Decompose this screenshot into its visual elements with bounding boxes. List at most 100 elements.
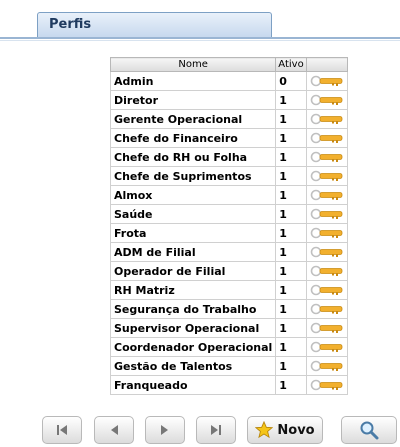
key-icon[interactable]: [310, 113, 344, 125]
last-page-button[interactable]: [196, 416, 236, 444]
prev-page-button[interactable]: [94, 416, 134, 444]
profile-active: 1: [275, 166, 307, 186]
next-page-icon: [161, 425, 168, 435]
profile-active: 1: [275, 204, 307, 224]
key-icon[interactable]: [310, 132, 344, 144]
table-row[interactable]: Diretor 1: [109, 90, 348, 110]
profile-name: Saúde: [109, 204, 277, 224]
profile-name: ADM de Filial: [109, 242, 277, 262]
novo-button[interactable]: Novo: [247, 416, 323, 444]
tab-perfis[interactable]: Perfis: [37, 12, 272, 37]
first-page-icon: [57, 425, 67, 435]
profile-permissions-cell: [305, 109, 348, 129]
profile-name: Franqueado: [109, 375, 277, 395]
last-page-icon: [211, 425, 221, 435]
key-icon[interactable]: [310, 341, 344, 353]
profile-active: 1: [275, 337, 307, 357]
profile-permissions-cell: [305, 337, 348, 357]
header-divider-shadow: [0, 40, 400, 41]
table-row[interactable]: Chefe de Suprimentos 1: [109, 166, 348, 186]
table-row[interactable]: RH Matriz 1: [109, 280, 348, 300]
key-icon[interactable]: [310, 246, 344, 258]
profile-name: Coordenador Operacional: [109, 337, 277, 357]
profile-active: 1: [275, 261, 307, 281]
profile-permissions-cell: [305, 185, 348, 205]
table-row[interactable]: Gestão de Talentos 1: [109, 356, 348, 376]
profile-permissions-cell: [305, 261, 348, 281]
table-row[interactable]: Frota 1: [109, 223, 348, 243]
profile-permissions-cell: [305, 71, 348, 91]
profile-active: 1: [275, 280, 307, 300]
table-row[interactable]: Almox 1: [109, 185, 348, 205]
profile-permissions-cell: [305, 318, 348, 338]
table-row[interactable]: ADM de Filial 1: [109, 242, 348, 262]
profile-permissions-cell: [305, 128, 348, 148]
profile-name: Almox: [109, 185, 277, 205]
key-icon[interactable]: [310, 189, 344, 201]
column-header-actions: [305, 57, 348, 72]
profile-name: RH Matriz: [109, 280, 277, 300]
profile-name: Chefe do Financeiro: [109, 128, 277, 148]
table-row[interactable]: Operador de Filial 1: [109, 261, 348, 281]
profile-name: Diretor: [109, 90, 277, 110]
profiles-table: Nome Ativo Admin 0 Diretor 1 Gerente Operaci…: [109, 57, 348, 395]
profile-permissions-cell: [305, 375, 348, 395]
profile-active: 1: [275, 90, 307, 110]
profile-name: Gerente Operacional: [109, 109, 277, 129]
profile-permissions-cell: [305, 356, 348, 376]
key-icon[interactable]: [310, 208, 344, 220]
profile-active: 1: [275, 109, 307, 129]
profile-active: 1: [275, 299, 307, 319]
table-row[interactable]: Chefe do Financeiro 1: [109, 128, 348, 148]
next-page-button[interactable]: [145, 416, 185, 444]
star-icon: [255, 421, 274, 439]
header-bar: Perfis: [0, 0, 400, 46]
table-row[interactable]: Admin 0: [109, 71, 348, 91]
profile-active: 1: [275, 185, 307, 205]
key-icon[interactable]: [310, 75, 344, 87]
table-row[interactable]: Franqueado 1: [109, 375, 348, 395]
profile-active: 1: [275, 375, 307, 395]
table-row[interactable]: Gerente Operacional 1: [109, 109, 348, 129]
profile-active: 1: [275, 356, 307, 376]
key-icon[interactable]: [310, 151, 344, 163]
table-header-row: Nome Ativo: [109, 57, 348, 72]
profile-permissions-cell: [305, 299, 348, 319]
table-row[interactable]: Saúde 1: [109, 204, 348, 224]
profile-permissions-cell: [305, 223, 348, 243]
column-header-nome: Nome: [109, 57, 277, 72]
profile-name: Admin: [109, 71, 277, 91]
header-divider: [0, 37, 400, 39]
profile-name: Segurança do Trabalho: [109, 299, 277, 319]
profile-active: 1: [275, 318, 307, 338]
profile-name: Supervisor Operacional: [109, 318, 277, 338]
profile-permissions-cell: [305, 166, 348, 186]
key-icon[interactable]: [310, 379, 344, 391]
table-row[interactable]: Supervisor Operacional 1: [109, 318, 348, 338]
profile-permissions-cell: [305, 242, 348, 262]
profile-permissions-cell: [305, 90, 348, 110]
search-icon: [360, 421, 379, 440]
key-icon[interactable]: [310, 170, 344, 182]
table-row[interactable]: Chefe do RH ou Folha 1: [109, 147, 348, 167]
profile-permissions-cell: [305, 204, 348, 224]
key-icon[interactable]: [310, 303, 344, 315]
profile-permissions-cell: [305, 147, 348, 167]
profile-name: Operador de Filial: [109, 261, 277, 281]
table-row[interactable]: Coordenador Operacional 1: [109, 337, 348, 357]
key-icon[interactable]: [310, 94, 344, 106]
key-icon[interactable]: [310, 322, 344, 334]
page-title: Perfis: [49, 17, 92, 32]
profile-name: Gestão de Talentos: [109, 356, 277, 376]
key-icon[interactable]: [310, 284, 344, 296]
profile-permissions-cell: [305, 280, 348, 300]
key-icon[interactable]: [310, 360, 344, 372]
table-row[interactable]: Segurança do Trabalho 1: [109, 299, 348, 319]
profile-active: 1: [275, 242, 307, 262]
profile-active: 1: [275, 223, 307, 243]
first-page-button[interactable]: [42, 416, 82, 444]
profile-active: 1: [275, 147, 307, 167]
key-icon[interactable]: [310, 265, 344, 277]
search-button[interactable]: [341, 416, 397, 444]
key-icon[interactable]: [310, 227, 344, 239]
